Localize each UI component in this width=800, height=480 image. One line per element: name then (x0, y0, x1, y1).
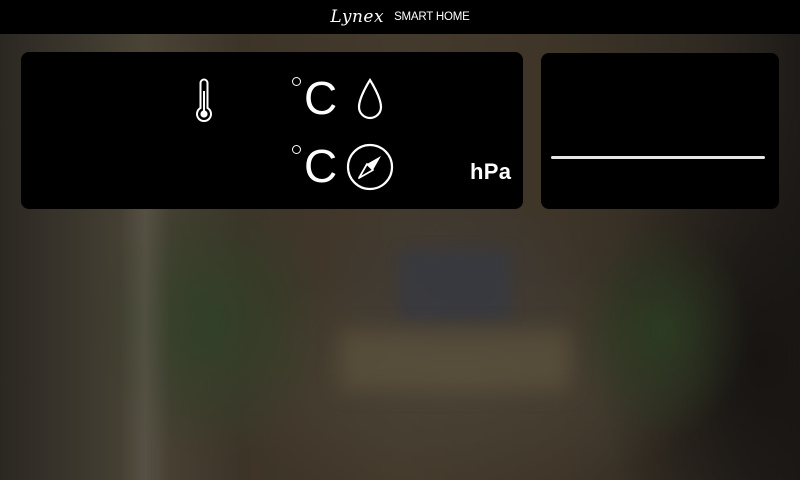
brand-name: SMART HOME (394, 11, 470, 23)
background-pillar (120, 200, 170, 480)
droplet-icon (357, 77, 383, 120)
thermometer-icon (196, 78, 212, 122)
compass-icon (346, 143, 394, 191)
temperature-unit-top: C (304, 72, 338, 124)
weather-panel[interactable]: C C hPa (21, 52, 523, 209)
top-bar: Lynex SMART HOME (0, 0, 800, 34)
background-window (400, 250, 510, 320)
side-panel[interactable] (541, 53, 779, 209)
background-sofa (340, 330, 570, 390)
temperature-unit-bottom: C (304, 140, 338, 192)
divider-line (551, 156, 765, 159)
degree-symbol-top (292, 77, 301, 86)
brand-logo: Lynex (330, 7, 385, 27)
degree-symbol-bottom (292, 145, 301, 154)
pressure-unit: hPa (470, 159, 512, 184)
